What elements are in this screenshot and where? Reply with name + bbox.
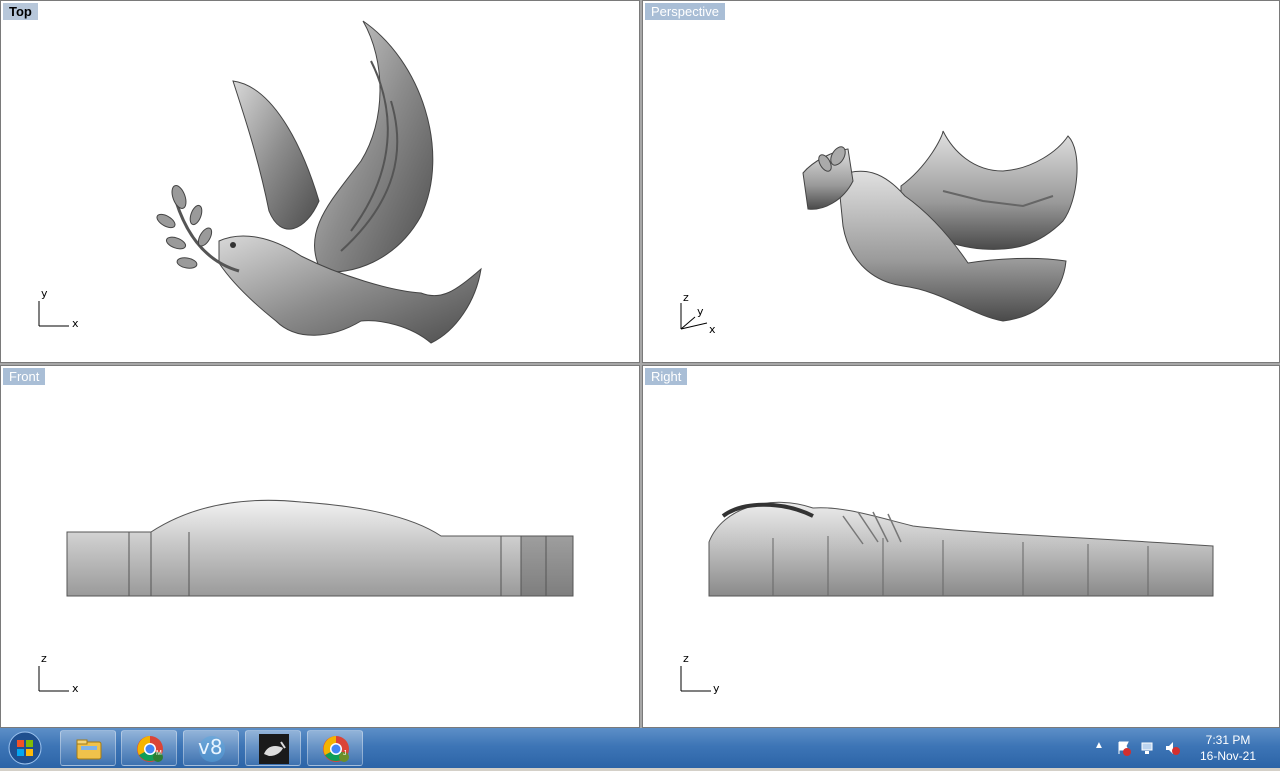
volume-muted-icon[interactable] (1164, 740, 1180, 756)
chrome-icon (137, 736, 163, 762)
dove-model-front-view (66, 499, 574, 597)
rhino-icon (259, 734, 289, 764)
axis-indicator: z y x (673, 289, 733, 339)
chrome-icon (323, 736, 349, 762)
axis-lines (38, 301, 69, 327)
dove-model-right-view (708, 501, 1214, 597)
axis-label-x: x (72, 682, 79, 695)
axis-label-z: z (41, 652, 47, 665)
viewport-title[interactable]: Perspective (645, 3, 725, 20)
axis-indicator: z x (31, 652, 91, 698)
viewport-title[interactable]: Right (645, 368, 688, 385)
chrome-profile-j-button[interactable]: J (307, 730, 363, 766)
profile-badge-j: J (343, 750, 347, 757)
system-tray: ▲ (1090, 728, 1190, 768)
viewport-perspective[interactable]: Perspective z y x (642, 0, 1280, 363)
axis-label-z: z (683, 652, 689, 665)
v8-label: v8 (198, 735, 223, 759)
dove-model-top-view (156, 20, 482, 344)
viewport-title[interactable]: Front (3, 368, 46, 385)
clock-time: 7:31 PM (1205, 733, 1251, 747)
axis-indicator: y x (31, 287, 91, 333)
viewport-title[interactable]: Top (3, 3, 38, 20)
dove-model-perspective-view (802, 130, 1078, 322)
action-center-flag-icon[interactable] (1116, 740, 1132, 756)
profile-badge-m: M (156, 750, 162, 757)
axis-label-x: x (709, 323, 716, 336)
viewport-front[interactable]: Front z x (0, 365, 640, 728)
v8-app-button[interactable]: v8 (183, 730, 239, 766)
taskbar: M v8 J ▲ 7:31 PM 16-Nov-21 (0, 728, 1280, 768)
show-hidden-icons-icon[interactable]: ▲ (1094, 740, 1104, 751)
axis-label-y: y (41, 287, 48, 300)
axis-indicator: z y (673, 652, 733, 698)
windows-logo-icon (8, 731, 42, 765)
folder-icon (76, 739, 102, 760)
viewport-right[interactable]: Right z y (642, 365, 1280, 728)
axis-label-z: z (683, 291, 689, 304)
axis-lines (680, 666, 711, 692)
rhino-button[interactable] (245, 730, 301, 766)
windows-explorer-button[interactable] (60, 730, 116, 766)
viewport-top[interactable]: Top y x (0, 0, 640, 363)
chrome-profile-m-button[interactable]: M (121, 730, 177, 766)
axis-label-y: y (697, 305, 704, 318)
start-button[interactable] (6, 730, 44, 766)
axis-lines (38, 666, 69, 692)
clock-date: 16-Nov-21 (1199, 749, 1257, 763)
clock[interactable]: 7:31 PM 16-Nov-21 (1190, 732, 1266, 764)
viewport-grid: Top y x Perspective z y x Front z x Righ… (0, 0, 1280, 728)
axis-label-y: y (713, 682, 720, 695)
network-icon[interactable] (1140, 740, 1156, 756)
axis-label-x: x (72, 317, 79, 330)
